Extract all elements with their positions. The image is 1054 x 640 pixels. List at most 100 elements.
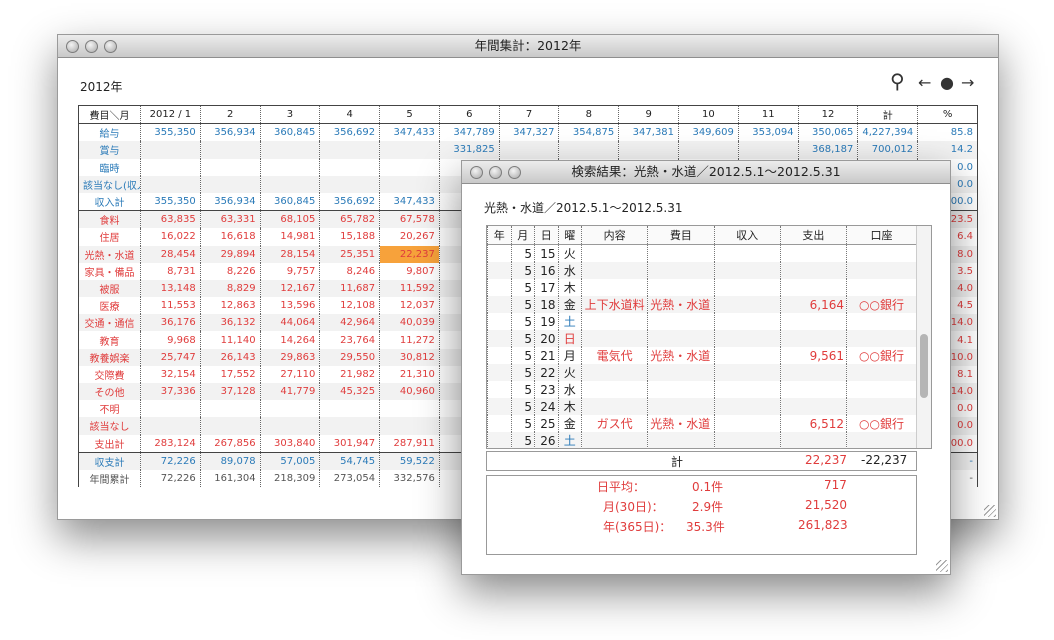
table-cell[interactable]: 267,856 bbox=[199, 434, 261, 453]
prev-year-button[interactable]: ← bbox=[918, 73, 931, 92]
table-cell[interactable]: 356,934 bbox=[199, 123, 261, 142]
scrollbar-thumb[interactable] bbox=[920, 334, 928, 398]
table-cell[interactable]: 353,094 bbox=[737, 123, 799, 142]
table-cell[interactable]: 368,187 bbox=[797, 141, 858, 159]
table-cell[interactable]: 11,687 bbox=[319, 279, 380, 298]
table-cell[interactable] bbox=[140, 158, 201, 176]
table-cell[interactable]: 30,812 bbox=[379, 348, 440, 366]
table-cell[interactable]: 68,105 bbox=[259, 210, 320, 229]
table-cell[interactable]: 11,140 bbox=[199, 331, 261, 349]
column-header[interactable]: 費目 bbox=[647, 226, 714, 245]
table-cell[interactable]: 356,692 bbox=[319, 192, 380, 211]
table-cell[interactable] bbox=[379, 141, 440, 159]
table-cell[interactable] bbox=[140, 175, 201, 193]
search-icon[interactable]: ⚲ bbox=[890, 69, 905, 93]
table-cell[interactable] bbox=[259, 400, 320, 418]
table-cell[interactable]: 28,154 bbox=[259, 245, 320, 263]
table-cell[interactable] bbox=[379, 158, 440, 176]
table-cell[interactable]: 15,188 bbox=[319, 228, 380, 246]
resize-handle[interactable] bbox=[984, 505, 996, 517]
table-cell[interactable] bbox=[140, 400, 201, 418]
table-cell[interactable] bbox=[199, 175, 261, 193]
column-header[interactable]: 収入 bbox=[713, 226, 781, 245]
list-item[interactable]: 5 26 土 bbox=[487, 432, 916, 448]
table-cell[interactable]: 36,132 bbox=[199, 314, 261, 332]
table-cell[interactable]: 13,596 bbox=[259, 297, 320, 315]
table-cell[interactable]: 20,267 bbox=[379, 228, 440, 246]
table-cell[interactable]: 4,227,394 bbox=[857, 123, 918, 142]
list-item[interactable]: 5 15 火 bbox=[487, 244, 916, 262]
table-cell[interactable]: 37,128 bbox=[199, 383, 261, 401]
list-item[interactable]: 5 25 金ガス代 光熱・水道 6,512 ○○銀行 bbox=[487, 415, 916, 432]
table-cell[interactable] bbox=[678, 141, 739, 159]
table-cell[interactable] bbox=[259, 175, 320, 193]
table-cell[interactable]: 14.2 bbox=[917, 141, 978, 159]
table-cell[interactable]: 700,012 bbox=[857, 141, 918, 159]
table-cell[interactable] bbox=[618, 141, 679, 159]
table-cell[interactable]: 17,552 bbox=[199, 365, 261, 383]
table-cell[interactable]: 16,022 bbox=[140, 228, 201, 246]
table-cell[interactable]: 8,829 bbox=[199, 279, 261, 298]
list-item[interactable]: 5 19 土 bbox=[487, 313, 916, 330]
table-cell[interactable]: 360,845 bbox=[259, 192, 320, 211]
table-cell[interactable]: 12,167 bbox=[259, 279, 320, 298]
table-cell[interactable]: 26,143 bbox=[199, 348, 261, 366]
table-cell[interactable]: 27,110 bbox=[259, 365, 320, 383]
table-cell[interactable]: 29,863 bbox=[259, 348, 320, 366]
main-titlebar[interactable]: 年間集計：2012年 bbox=[58, 35, 998, 58]
table-cell[interactable]: 347,433 bbox=[379, 192, 440, 211]
table-cell[interactable]: 287,911 bbox=[379, 434, 440, 453]
table-cell[interactable]: 72,226 bbox=[140, 469, 201, 488]
table-cell[interactable]: 13,148 bbox=[140, 279, 201, 298]
table-cell[interactable]: 8,731 bbox=[140, 262, 201, 280]
table-cell[interactable] bbox=[379, 400, 440, 418]
table-cell[interactable]: 360,845 bbox=[259, 123, 320, 142]
table-cell[interactable]: 12,037 bbox=[379, 297, 440, 315]
table-cell[interactable]: 350,065 bbox=[797, 123, 858, 142]
table-cell[interactable]: 273,054 bbox=[319, 469, 380, 488]
table-cell[interactable]: 356,692 bbox=[319, 123, 380, 142]
table-cell[interactable]: 11,553 bbox=[140, 297, 201, 315]
table-cell[interactable]: 25,351 bbox=[319, 245, 380, 263]
table-cell[interactable]: 40,039 bbox=[379, 314, 440, 332]
column-header[interactable]: 日 bbox=[534, 226, 558, 245]
table-cell[interactable] bbox=[319, 417, 380, 435]
table-cell[interactable]: 8,226 bbox=[199, 262, 261, 280]
table-cell[interactable]: 36,176 bbox=[140, 314, 201, 332]
table-cell[interactable]: 42,964 bbox=[319, 314, 380, 332]
table-cell[interactable] bbox=[140, 141, 201, 159]
table-cell[interactable]: 9,757 bbox=[259, 262, 320, 280]
table-cell[interactable]: 12,863 bbox=[199, 297, 261, 315]
table-row[interactable]: 給与 355,350 356,934 360,845 356,692 347,433 347… bbox=[78, 123, 978, 142]
list-item[interactable]: 5 24 木 bbox=[487, 398, 916, 415]
table-cell[interactable]: 21,310 bbox=[379, 365, 440, 383]
vertical-scrollbar[interactable] bbox=[916, 226, 931, 448]
column-header[interactable]: 内容 bbox=[580, 226, 648, 245]
table-cell[interactable]: 355,350 bbox=[140, 192, 201, 211]
table-cell[interactable] bbox=[199, 141, 261, 159]
table-cell[interactable] bbox=[259, 417, 320, 435]
table-cell[interactable]: 21,982 bbox=[319, 365, 380, 383]
table-cell[interactable]: 22,237 bbox=[379, 245, 440, 263]
current-year-button[interactable]: ● bbox=[940, 73, 954, 92]
table-cell[interactable] bbox=[319, 175, 380, 193]
column-header[interactable]: 曜 bbox=[557, 226, 582, 245]
list-item[interactable]: 5 17 木 bbox=[487, 279, 916, 296]
table-cell[interactable]: 29,894 bbox=[199, 245, 261, 263]
table-cell[interactable] bbox=[199, 158, 261, 176]
table-cell[interactable]: 25,747 bbox=[140, 348, 201, 366]
table-cell[interactable] bbox=[379, 417, 440, 435]
table-cell[interactable]: 28,454 bbox=[140, 245, 201, 263]
table-cell[interactable]: 347,327 bbox=[498, 123, 559, 142]
table-cell[interactable] bbox=[558, 141, 619, 159]
table-cell[interactable]: 347,433 bbox=[379, 123, 440, 142]
table-cell[interactable]: 29,550 bbox=[319, 348, 380, 366]
column-header[interactable]: 口座 bbox=[846, 226, 916, 245]
list-item[interactable]: 5 22 火 bbox=[487, 364, 916, 381]
table-cell[interactable] bbox=[498, 141, 559, 159]
table-cell[interactable]: 32,154 bbox=[140, 365, 201, 383]
table-cell[interactable]: 11,272 bbox=[379, 331, 440, 349]
table-cell[interactable]: 16,618 bbox=[199, 228, 261, 246]
table-cell[interactable]: 11,592 bbox=[379, 279, 440, 298]
table-cell[interactable]: 9,807 bbox=[379, 262, 440, 280]
